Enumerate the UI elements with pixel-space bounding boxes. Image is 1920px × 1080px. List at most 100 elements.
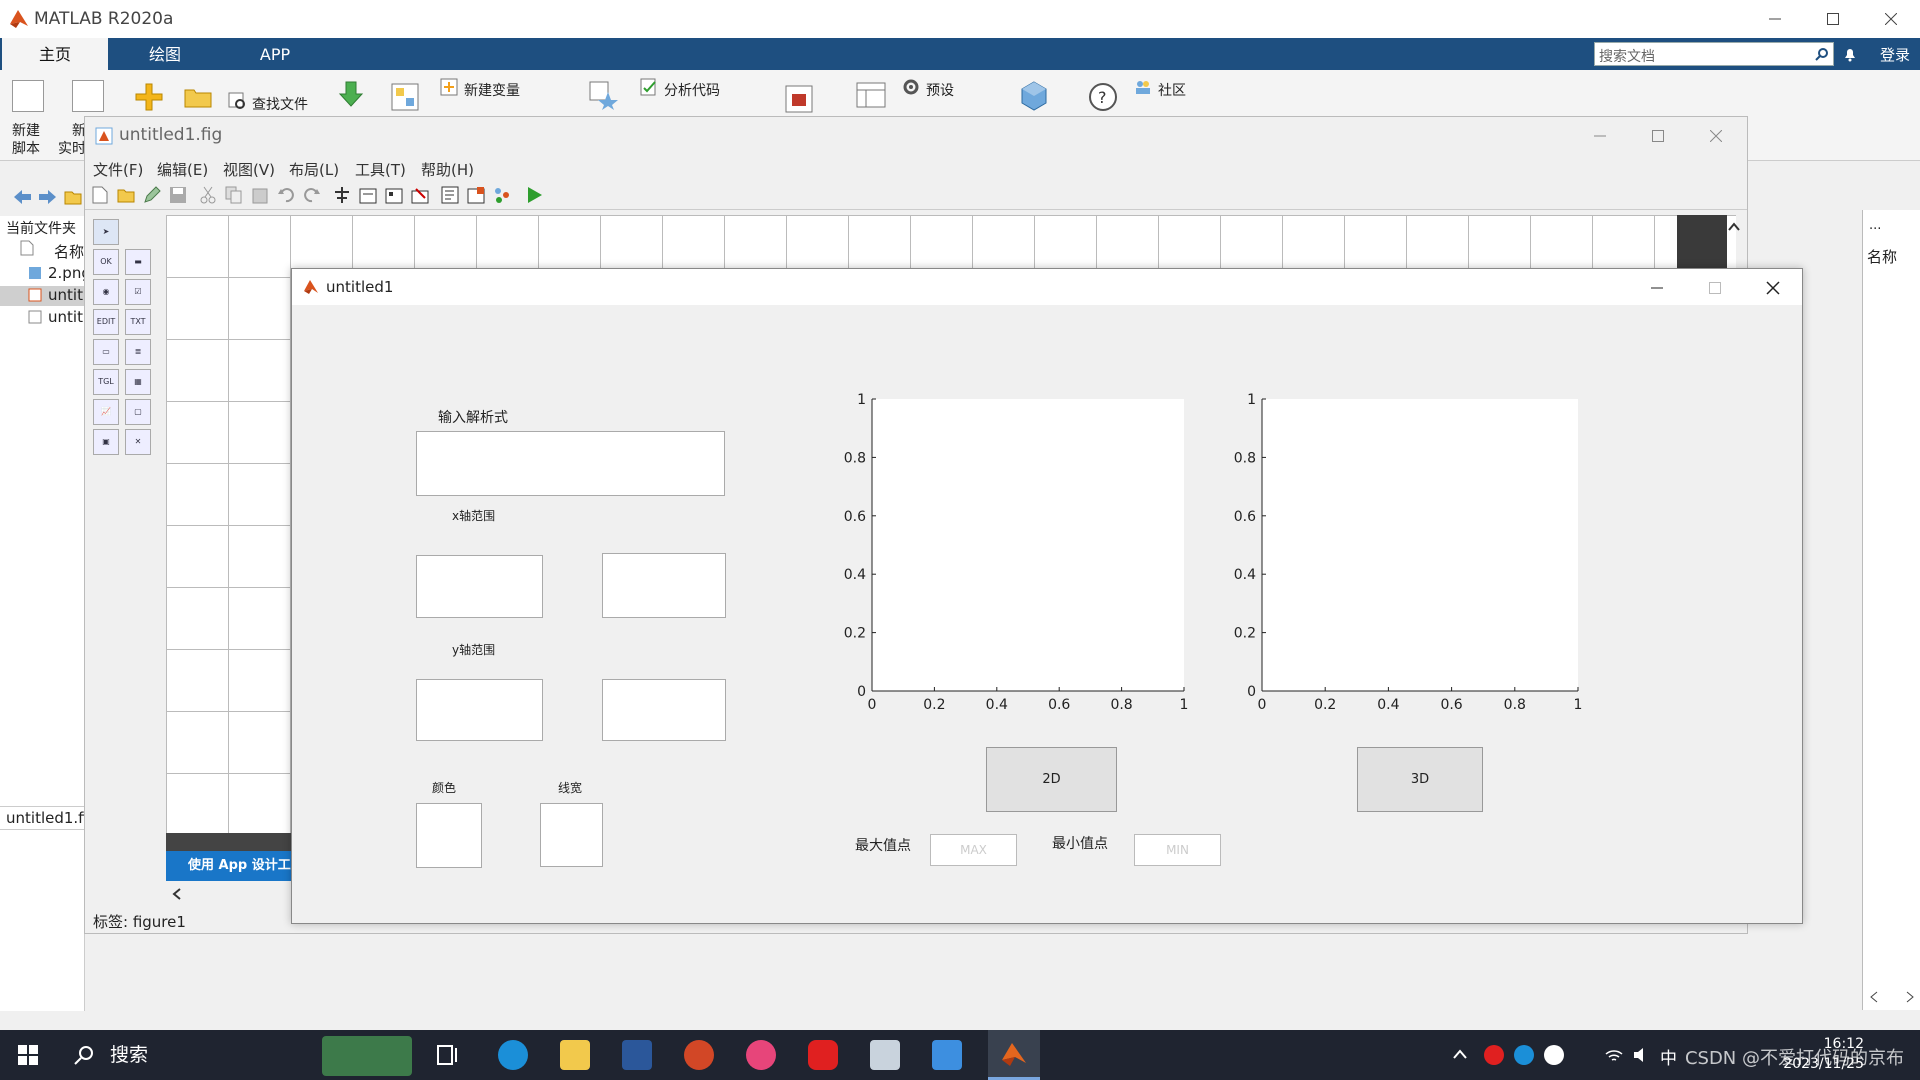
figure-maximize-button[interactable] (1686, 269, 1744, 307)
y-min-input[interactable] (416, 679, 543, 741)
button-group-tool-icon[interactable]: ▣ (93, 429, 119, 455)
panel-tool-icon[interactable]: ▢ (125, 399, 151, 425)
save-workspace-icon[interactable] (390, 82, 420, 112)
preferences-gear-icon[interactable] (902, 78, 920, 96)
new-plus-icon[interactable] (134, 82, 164, 112)
edge-browser-icon[interactable] (498, 1040, 528, 1070)
edit-icon[interactable] (143, 186, 161, 204)
search-documentation-input[interactable]: 搜索文档 (1594, 42, 1834, 66)
workspace-ellipsis[interactable]: ... (1869, 218, 1881, 233)
menu-tools[interactable]: 工具(T) (355, 159, 406, 180)
toolbar-editor-icon[interactable] (411, 186, 429, 204)
taskbar-search[interactable]: 搜索 (58, 1030, 318, 1080)
task-view-icon[interactable] (436, 1044, 460, 1066)
new-variable-icon[interactable] (440, 78, 458, 96)
volume-icon[interactable] (1632, 1046, 1652, 1064)
bell-icon[interactable] (1842, 46, 1858, 62)
scroll-left-icon[interactable] (171, 887, 183, 901)
tray-overflow-icon[interactable] (1452, 1048, 1468, 1060)
scroll-up-icon[interactable] (1727, 221, 1741, 233)
windows-start-icon[interactable] (18, 1045, 38, 1065)
remote-desktop-icon[interactable] (870, 1040, 900, 1070)
community-button[interactable]: 社区 (1158, 80, 1186, 100)
undo-icon[interactable] (277, 186, 295, 204)
music-app-icon[interactable] (746, 1040, 776, 1070)
import-data-icon[interactable] (336, 80, 366, 110)
analyze-code-button[interactable]: 分析代码 (664, 80, 720, 100)
word-icon[interactable] (622, 1040, 652, 1070)
property-inspector-icon[interactable] (467, 186, 485, 204)
matlab-taskbar-button[interactable] (988, 1030, 1040, 1080)
new-variable-button[interactable]: 新建变量 (464, 80, 520, 100)
save-icon[interactable] (169, 186, 187, 204)
find-files-icon[interactable] (228, 92, 248, 110)
linewidth-input[interactable] (540, 803, 603, 867)
add-ons-icon[interactable] (1018, 80, 1050, 112)
menu-editor-icon[interactable] (359, 186, 377, 204)
file-item-selected[interactable]: untitled1.fig (0, 286, 84, 306)
close-button[interactable] (1862, 0, 1920, 38)
file-explorer-icon[interactable] (560, 1040, 590, 1070)
menu-file[interactable]: 文件(F) (93, 159, 143, 180)
grid-scroll-thumb[interactable] (1677, 215, 1727, 271)
redo-icon[interactable] (303, 186, 321, 204)
object-browser-icon[interactable] (493, 186, 511, 204)
figure-minimize-button[interactable] (1628, 269, 1686, 307)
paste-icon[interactable] (251, 186, 269, 204)
listbox-tool-icon[interactable]: ≣ (125, 339, 151, 365)
maximize-button[interactable] (1804, 0, 1862, 38)
login-link[interactable]: 登录 (1880, 44, 1910, 65)
align-objects-icon[interactable] (333, 186, 351, 204)
help-icon[interactable]: ? (1088, 82, 1118, 112)
back-arrow-icon[interactable] (12, 188, 32, 206)
push-button-tool-icon[interactable]: OK (93, 249, 119, 275)
ime-indicator[interactable]: 中 (1660, 1044, 1677, 1069)
edit-text-tool-icon[interactable]: EDIT (93, 309, 119, 335)
menu-edit[interactable]: 编辑(E) (157, 159, 208, 180)
min-point-output[interactable]: MIN (1134, 834, 1221, 866)
file-item[interactable]: 2.png (28, 264, 91, 284)
wifi-icon[interactable] (1604, 1046, 1624, 1064)
guide-close-button[interactable] (1687, 117, 1745, 155)
up-folder-icon[interactable] (64, 188, 82, 206)
run-figure-icon[interactable] (525, 186, 543, 204)
guide-minimize-button[interactable] (1571, 117, 1629, 155)
guide-maximize-button[interactable] (1629, 117, 1687, 155)
slider-tool-icon[interactable]: ▬ (125, 249, 151, 275)
new-script-icon[interactable] (12, 80, 44, 112)
search-highlight-image[interactable] (322, 1036, 412, 1076)
qq-tray-icon[interactable] (1544, 1045, 1564, 1065)
select-tool-icon[interactable]: ➤ (93, 219, 119, 245)
file-item[interactable]: untitled1.m (0, 308, 84, 328)
favorites-icon[interactable] (588, 80, 618, 110)
powerpoint-icon[interactable] (684, 1040, 714, 1070)
code-editor-icon[interactable] (441, 186, 459, 204)
figure-close-button[interactable] (1744, 269, 1802, 307)
menu-help[interactable]: 帮助(H) (421, 159, 474, 180)
axes-tool-icon[interactable]: 📈 (93, 399, 119, 425)
tray-app-icon-2[interactable] (1514, 1045, 1534, 1065)
axes-2d[interactable]: 0 0.2 0.4 0.6 0.8 1 0 0.2 0.4 0.6 0.8 1 (832, 389, 1192, 719)
tab-order-editor-icon[interactable] (385, 186, 403, 204)
layout-icon[interactable] (856, 80, 886, 110)
col-name-header[interactable]: 名称 (54, 241, 84, 262)
menu-view[interactable]: 视图(V) (223, 159, 275, 180)
find-files-button[interactable]: 查找文件 (252, 94, 308, 114)
simulink-icon[interactable] (784, 84, 814, 114)
activex-tool-icon[interactable]: ✕ (125, 429, 151, 455)
plot-3d-button[interactable]: 3D (1357, 747, 1483, 812)
color-input[interactable] (416, 803, 482, 868)
copy-icon[interactable] (225, 186, 243, 204)
checkbox-tool-icon[interactable]: ☑ (125, 279, 151, 305)
x-max-input[interactable] (602, 553, 726, 618)
forward-arrow-icon[interactable] (38, 188, 58, 206)
menu-layout[interactable]: 布局(L) (289, 159, 339, 180)
cut-icon[interactable] (199, 186, 217, 204)
netease-music-icon[interactable] (808, 1040, 838, 1070)
tab-home[interactable]: 主页 (2, 38, 108, 70)
scroll-arrows-icon[interactable] (1867, 990, 1917, 1004)
minimize-button[interactable] (1746, 0, 1804, 38)
new-file-icon[interactable] (91, 186, 109, 204)
preferences-button[interactable]: 预设 (926, 80, 954, 100)
new-live-script-icon[interactable] (72, 80, 104, 112)
